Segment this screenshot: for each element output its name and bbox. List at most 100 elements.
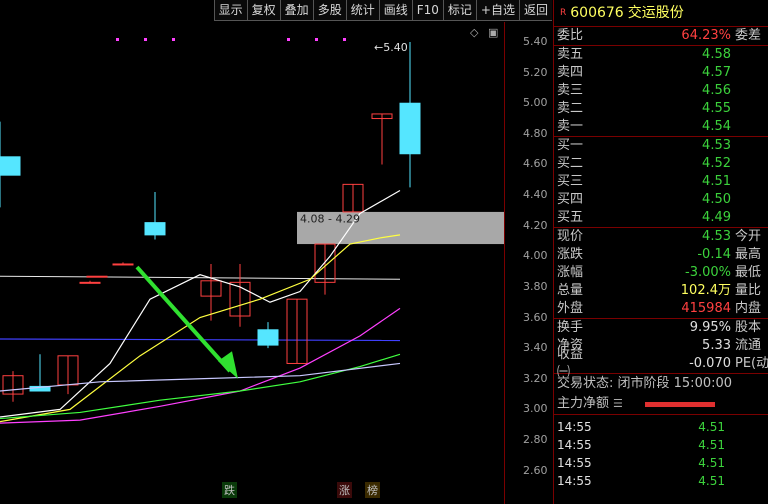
- kline-canvas[interactable]: ←5.40 4.08 - 4.29 ◇ ▣: [0, 0, 504, 504]
- candle-body: [112, 263, 134, 266]
- stat-row: 涨幅 -3.00% 最低: [554, 264, 768, 282]
- candle-body: [399, 102, 421, 155]
- stat2-row-value: 9.95%: [689, 320, 731, 335]
- tick-price: 4.51: [698, 456, 725, 470]
- toolbar-stats-button[interactable]: 统计: [345, 0, 379, 21]
- ask-row-value: 4.56: [702, 83, 731, 98]
- y-tick-label: 4.60: [523, 157, 548, 171]
- stat-row-value: 102.4万: [680, 283, 731, 298]
- bid-row: 买五 4.49: [554, 209, 768, 227]
- toolbar-back-button[interactable]: 返回: [518, 0, 552, 21]
- ask-row-label: 卖二: [557, 101, 584, 116]
- toolbar-f10-button[interactable]: F10: [411, 0, 443, 21]
- ask-row: 卖三 4.56: [554, 82, 768, 100]
- stock-code: 600676: [570, 5, 624, 21]
- y-tick-label: 5.40: [523, 35, 548, 48]
- bid-row: 买三 4.51: [554, 173, 768, 191]
- ma-line-2: [0, 234, 401, 423]
- stat-row-label: 涨幅: [557, 265, 584, 280]
- toolbar-add-watchlist-button[interactable]: +自选: [475, 0, 519, 21]
- stat-row: 总量 102.4万 量比: [554, 282, 768, 300]
- ask-row-label: 卖三: [557, 83, 584, 98]
- stat2-row: 收益㈠-0.070PE(动): [554, 347, 768, 380]
- toolbar-draw-button[interactable]: 画线: [378, 0, 412, 21]
- ask-row: 卖五 4.58: [554, 46, 768, 64]
- candle-body: [257, 329, 279, 346]
- tick-row: 14:55 4.51: [554, 436, 768, 454]
- bid-row-label: 买一: [557, 138, 584, 153]
- tick-price: 4.51: [698, 420, 725, 434]
- y-tick-label: 4.00: [523, 249, 548, 263]
- toolbar-mark-button[interactable]: 标记: [442, 0, 476, 21]
- tick-price: 4.51: [698, 474, 725, 488]
- marker-up[interactable]: 涨: [337, 482, 352, 498]
- bid-row-label: 买三: [557, 174, 584, 189]
- marker-down[interactable]: 跌: [222, 482, 237, 498]
- tick-time: 14:55: [557, 420, 592, 434]
- quote-panel: R 600676 交运股份 委比 64.23% 委差 卖五 4.58 卖四 4.57 卖…: [553, 0, 768, 504]
- y-tick-label: 2.80: [523, 433, 548, 446]
- ask-row-value: 4.57: [702, 65, 731, 80]
- ask-row-label: 卖五: [557, 47, 584, 62]
- stat2-row-value: -0.070: [689, 356, 731, 371]
- y-tick-label: 4.80: [523, 126, 548, 140]
- bid-row-value: 4.49: [702, 210, 731, 225]
- trend-arrowhead: [218, 351, 238, 379]
- y-tick-label: 3.00: [523, 402, 548, 416]
- ma-line-3: [0, 307, 401, 424]
- weibi-label: 委比: [557, 28, 584, 43]
- toolbar-display-button[interactable]: 显示: [213, 0, 247, 21]
- tick-time: 14:55: [557, 474, 592, 488]
- tick-list[interactable]: 14:55 4.51 14:55 4.51 14:55 4.51 14:55 4.51: [554, 415, 768, 490]
- tick-row: 14:55 4.51: [554, 472, 768, 490]
- bid-row: 买一 4.53: [554, 137, 768, 155]
- tick-row: 14:55 4.51: [554, 418, 768, 436]
- weicha-label: 委差: [735, 28, 762, 43]
- y-tick-label: 3.40: [523, 341, 548, 355]
- signal-dot: [144, 38, 147, 41]
- stat-row-label: 现价: [557, 229, 584, 244]
- toolbar-multi-button[interactable]: 多股: [312, 0, 346, 21]
- menu-icon[interactable]: ☰: [613, 394, 623, 414]
- stat2-row-label2: PE(动): [735, 356, 768, 371]
- chart-toolbar: 显示 复权 叠加 多股 统计 画线 F10 标记 +自选 返回: [213, 0, 552, 22]
- main-flow-bar: [644, 401, 715, 407]
- quote-header: R 600676 交运股份: [554, 0, 768, 27]
- tick-price: 4.51: [698, 438, 725, 452]
- signal-dot: [116, 38, 119, 41]
- y-tick-label: 5.00: [523, 96, 548, 110]
- stat-row-label2: 最低: [735, 265, 762, 280]
- bid-row-value: 4.51: [702, 174, 731, 189]
- bid-row-value: 4.50: [702, 192, 731, 207]
- stat-row: 涨跌 -0.14 最高: [554, 246, 768, 264]
- bid-row-label: 买五: [557, 210, 584, 225]
- y-tick-label: 2.60: [523, 463, 548, 477]
- tick-time: 14:55: [557, 438, 592, 452]
- stat-row-label: 外盘: [557, 301, 584, 316]
- ma-line-5: [0, 362, 401, 392]
- bid-row-value: 4.52: [702, 156, 731, 171]
- candle-body: [86, 275, 108, 278]
- stats2-list: 换手9.95%股本净资5.33流通收益㈠-0.070PE(动): [554, 319, 768, 380]
- y-tick-label: 3.20: [523, 371, 548, 385]
- stats-list: 现价 4.53 今开 涨跌 -0.14 最高 涨幅 -3.00% 最低 总量 102.4万 量比 外盘 4…: [554, 228, 768, 319]
- marker-rank[interactable]: 榜: [365, 482, 380, 498]
- ask-row-value: 4.58: [702, 47, 731, 62]
- toolbar-adjust-button[interactable]: 复权: [246, 0, 280, 21]
- stat-row: 外盘 415984 内盘: [554, 300, 768, 318]
- zone-label: 4.08 - 4.29: [300, 213, 360, 226]
- signal-dot: [315, 38, 318, 41]
- stat-row-label2: 量比: [735, 283, 762, 298]
- toolbar-overlay-button[interactable]: 叠加: [279, 0, 313, 21]
- main-flow-label: 主力净额: [557, 396, 610, 411]
- tick-time: 14:55: [557, 456, 592, 470]
- tick-row: 14:55 4.51: [554, 454, 768, 472]
- kline-chart[interactable]: ←5.40 4.08 - 4.29 ◇ ▣ 显示 复权 叠加 多股 统计 画线 F10…: [0, 0, 552, 504]
- y-tick-label: 3.80: [523, 279, 548, 293]
- stat2-row-value: 5.33: [702, 338, 731, 353]
- stat-row-label2: 内盘: [735, 301, 762, 316]
- stat2-row-label: 换手: [557, 320, 584, 335]
- ask-list: 卖五 4.58 卖四 4.57 卖三 4.56 卖二 4.55 卖一 4.54: [554, 46, 768, 137]
- ask-row-label: 卖一: [557, 119, 584, 134]
- y-tick-label: 4.20: [523, 218, 548, 232]
